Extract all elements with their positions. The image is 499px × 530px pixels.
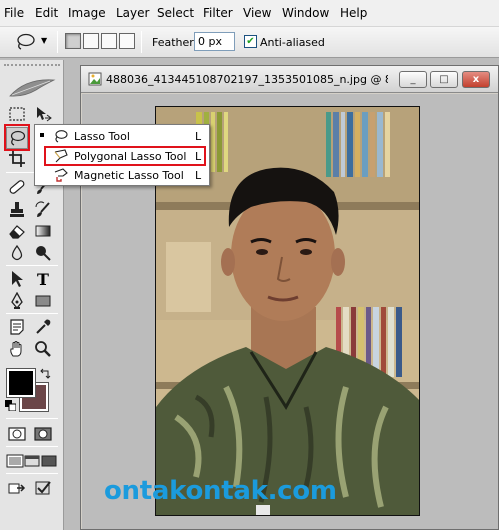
new-selection-button[interactable]	[65, 33, 81, 49]
watermark-text: ontakontak.com	[104, 476, 337, 506]
menu-filter[interactable]: Filter	[203, 6, 233, 20]
flyout-item-label: Lasso Tool	[74, 130, 130, 143]
marquee-tool[interactable]	[6, 103, 28, 125]
lasso-tool-highlight	[4, 124, 30, 151]
blur-tool[interactable]	[6, 242, 28, 264]
default-colors-icon[interactable]	[5, 400, 16, 411]
preset-dropdown-icon[interactable]: ▼	[41, 36, 47, 45]
close-button[interactable]: x	[462, 71, 490, 88]
document-title: 488036_413445108702197_1353501085_n.jpg …	[106, 73, 388, 86]
checkmark-image-icon	[35, 481, 51, 495]
history-brush-icon	[35, 201, 50, 217]
imageready-icon	[8, 483, 26, 494]
arrow-pointer-icon	[12, 271, 23, 287]
flyout-item-shortcut: L	[195, 169, 202, 182]
flyout-item-shortcut: L	[195, 130, 202, 143]
menu-bar: File Edit Image Layer Select Filter View…	[0, 0, 499, 27]
crop-icon	[9, 151, 25, 167]
hand-tool[interactable]	[6, 338, 28, 360]
shape-tool[interactable]	[32, 290, 54, 312]
pen-icon	[11, 292, 23, 310]
menu-file[interactable]: File	[4, 6, 24, 20]
divider	[6, 313, 58, 314]
divider	[57, 31, 58, 53]
divider	[141, 31, 142, 53]
menu-edit[interactable]: Edit	[35, 6, 58, 20]
clone-stamp-tool[interactable]	[6, 199, 28, 221]
anti-aliased-checkbox[interactable]: ✔	[244, 35, 257, 48]
healing-brush-tool[interactable]	[6, 176, 28, 198]
feather-label: Feather:	[152, 36, 198, 49]
flyout-item-lasso[interactable]: Lasso Tool L	[35, 127, 209, 146]
gradient-icon	[35, 225, 51, 237]
stamp-icon	[10, 202, 24, 217]
anti-aliased-label: Anti-aliased	[260, 36, 325, 49]
photoshop-feather-icon	[9, 79, 56, 97]
hand-icon	[10, 341, 22, 357]
flyout-item-magnetic-lasso[interactable]: Magnetic Lasso Tool L	[35, 166, 209, 185]
dodge-tool[interactable]	[32, 242, 54, 264]
magnifier-icon	[35, 341, 51, 357]
divider	[6, 265, 58, 266]
eyedropper-icon	[36, 319, 51, 334]
menu-layer[interactable]: Layer	[116, 6, 149, 20]
foreground-color-swatch[interactable]	[6, 368, 36, 398]
lasso-icon	[55, 130, 68, 143]
eraser-tool[interactable]	[6, 220, 28, 242]
bandage-icon	[9, 180, 25, 194]
maximize-button[interactable]: □	[430, 71, 458, 88]
image-file-icon	[88, 72, 102, 86]
jump-to-imageready-button[interactable]	[6, 477, 28, 499]
menu-window[interactable]: Window	[282, 6, 329, 20]
standard-mode-icon	[8, 427, 26, 441]
notes-icon	[10, 319, 24, 335]
rectangle-shape-icon	[35, 295, 51, 307]
zoom-tool[interactable]	[32, 338, 54, 360]
full-screen-button[interactable]	[38, 450, 60, 472]
magnetic-lasso-icon	[54, 168, 68, 182]
options-bar: ▼ Feather: 0 px ✔ Anti-aliased	[0, 27, 499, 58]
eyedropper-tool[interactable]	[32, 316, 54, 338]
intersect-selection-button[interactable]	[119, 33, 135, 49]
water-drop-icon	[11, 244, 23, 261]
polygonal-lasso-highlight	[44, 146, 206, 166]
dodge-icon	[36, 246, 51, 261]
crop-tool[interactable]	[6, 148, 28, 170]
divider	[6, 418, 58, 419]
divider	[6, 446, 58, 447]
menu-image[interactable]: Image	[68, 6, 106, 20]
move-tool[interactable]	[32, 103, 54, 125]
menu-select[interactable]: Select	[157, 6, 194, 20]
menu-view[interactable]: View	[243, 6, 271, 20]
path-selection-tool[interactable]	[6, 268, 28, 290]
subtract-from-selection-button[interactable]	[101, 33, 117, 49]
quick-mask-button[interactable]	[32, 423, 54, 445]
rect-marquee-icon	[9, 107, 25, 121]
standard-mode-button[interactable]	[6, 423, 28, 445]
add-to-selection-button[interactable]	[83, 33, 99, 49]
feather-input[interactable]: 0 px	[194, 32, 235, 51]
divider	[6, 473, 58, 474]
menu-help[interactable]: Help	[340, 6, 367, 20]
type-icon: T	[37, 269, 49, 289]
move-icon	[37, 107, 52, 122]
swap-colors-icon[interactable]	[39, 368, 51, 380]
full-screen-icon	[41, 455, 57, 467]
minimize-button[interactable]: _	[399, 71, 427, 88]
history-brush-tool[interactable]	[32, 199, 54, 221]
quick-mask-icon	[34, 427, 52, 441]
document-title-bar[interactable]: 488036_413445108702197_1353501085_n.jpg …	[81, 66, 498, 93]
panel-grip[interactable]	[4, 64, 60, 70]
notes-tool[interactable]	[6, 316, 28, 338]
eraser-icon	[9, 225, 25, 239]
gradient-tool[interactable]	[32, 220, 54, 242]
pen-tool[interactable]	[6, 290, 28, 312]
edit-in-imageready-button[interactable]	[32, 477, 54, 499]
type-tool[interactable]: T	[32, 268, 54, 290]
lasso-tool-preset-icon[interactable]	[14, 32, 36, 52]
current-tool-bullet-icon	[40, 133, 44, 137]
flyout-item-label: Magnetic Lasso Tool	[74, 169, 184, 182]
